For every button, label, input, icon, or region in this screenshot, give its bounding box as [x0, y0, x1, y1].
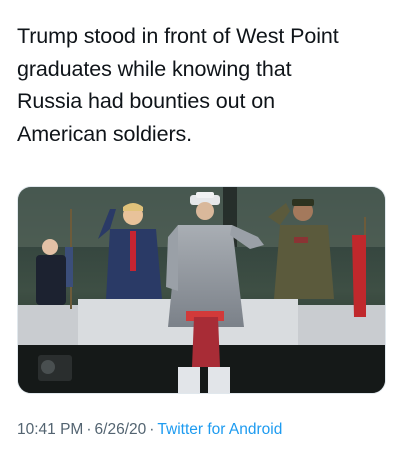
tweet-text-line: Russia had bounties out on: [17, 89, 275, 113]
tweet-time: 10:41 PM: [17, 421, 84, 438]
tweet-text-line: American soldiers.: [17, 121, 193, 146]
meta-separator: ·: [149, 421, 155, 438]
tweet-photo[interactable]: [17, 186, 386, 394]
tweet-text-line: Trump stood in front of West Point: [17, 24, 339, 48]
tweet-card: Trump stood in front of West Point gradu…: [0, 0, 403, 449]
tweet-source-link[interactable]: Twitter for Android: [157, 421, 282, 438]
meta-separator: ·: [86, 421, 92, 438]
tweet-text: Trump stood in front of West Point gradu…: [17, 20, 389, 150]
tweet-metadata: 10:41 PM · 6/26/20 · Twitter for Android: [17, 421, 389, 439]
tweet-date: 6/26/20: [94, 421, 147, 438]
tweet-text-line: graduates while knowing that: [17, 56, 292, 81]
